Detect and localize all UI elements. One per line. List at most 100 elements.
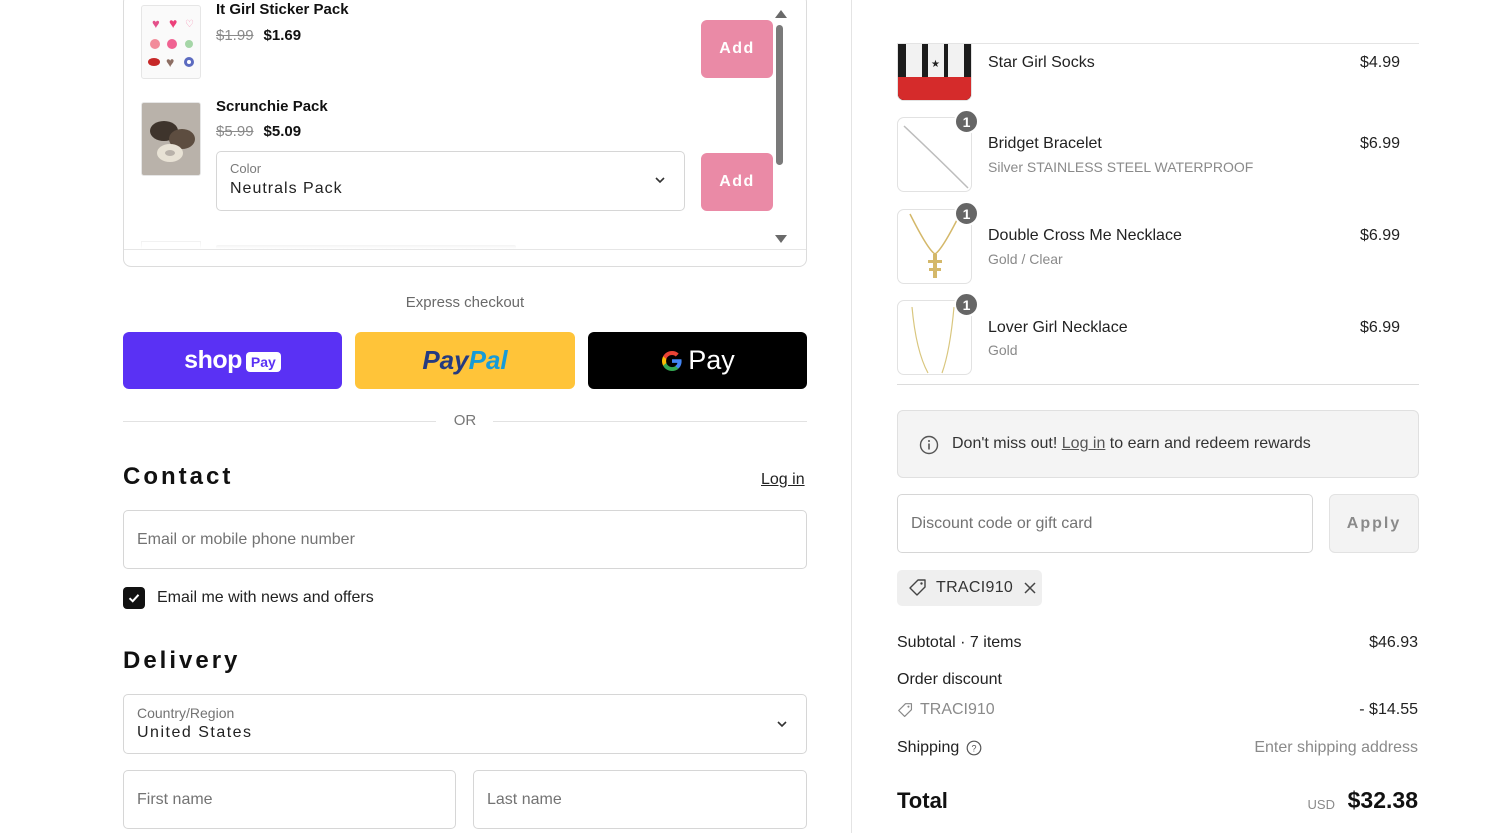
quantity-badge: 1: [954, 109, 979, 134]
google-g-icon: [662, 350, 682, 371]
svg-text:?: ?: [972, 744, 977, 754]
last-name-input[interactable]: [474, 771, 806, 828]
cart-line-item: ★ Star Girl Socks $4.99: [897, 44, 1402, 102]
svg-text:♥: ♥: [152, 16, 160, 31]
order-discount-code: TRACI910: [920, 701, 995, 718]
shop-pay-button[interactable]: shop Pay: [123, 332, 342, 389]
first-name-field[interactable]: [123, 770, 456, 829]
cart-line-item: 1 Lover Girl Necklace Gold $6.99: [897, 292, 1402, 376]
upsell-item-name: Scrunchie Pack: [216, 98, 328, 115]
rewards-login-link[interactable]: Log in: [1062, 435, 1106, 452]
info-icon: [919, 435, 939, 455]
shop-pay-logo: shop: [184, 346, 242, 374]
svg-text:♡: ♡: [185, 19, 194, 30]
list-fade: [124, 235, 774, 249]
quantity-badge: 1: [954, 292, 979, 317]
country-select-value: United States: [137, 724, 253, 741]
applied-discount-chip: TRACI910: [897, 570, 1042, 606]
applied-discount-code: TRACI910: [936, 579, 1014, 596]
socks-thumbnail: ★: [897, 44, 972, 101]
checkout-main: ♥ ♥ ♡ ♥ It Girl Sticker Pack $1.99 $1.69: [0, 0, 852, 833]
upsell-list: ♥ ♥ ♡ ♥ It Girl Sticker Pack $1.99 $1.69: [124, 0, 784, 249]
line-item-price: $4.99: [1359, 54, 1400, 71]
total-label: Total: [897, 788, 948, 813]
upsell-panel: ♥ ♥ ♡ ♥ It Girl Sticker Pack $1.99 $1.69: [123, 0, 807, 267]
upsell-item-price: $5.99 $5.09: [216, 123, 301, 140]
svg-text:♥: ♥: [166, 54, 174, 70]
line-item-variant: Gold: [988, 342, 1018, 358]
paypal-button[interactable]: PayPal: [355, 332, 575, 389]
last-name-field[interactable]: [473, 770, 807, 829]
email-field[interactable]: [123, 510, 807, 569]
shop-pay-badge: Pay: [245, 352, 281, 372]
express-checkout-title: Express checkout: [405, 294, 525, 311]
line-item-variant: Silver STAINLESS STEEL WATERPROOF: [988, 159, 1254, 175]
login-link[interactable]: Log in: [761, 471, 805, 489]
shipping-label: Shipping: [897, 739, 960, 756]
order-discount-label: Order discount: [897, 671, 1002, 688]
newsletter-checkbox[interactable]: [123, 587, 145, 609]
sticker-pack-thumbnail: ♥ ♥ ♡ ♥: [141, 5, 201, 79]
apply-discount-button[interactable]: Apply: [1329, 494, 1419, 553]
newsletter-label: Email me with news and offers: [157, 589, 374, 606]
country-select[interactable]: Country/Region United States: [123, 694, 807, 754]
line-item-name: Bridget Bracelet: [988, 135, 1102, 152]
svg-text:♥: ♥: [169, 15, 177, 31]
delivery-title: Delivery: [123, 647, 241, 674]
upsell-scrollbar-thumb[interactable]: [776, 25, 783, 165]
svg-text:★: ★: [931, 59, 940, 70]
checkmark-icon: [128, 594, 140, 603]
rewards-text: Don't miss out! Log in to earn and redee…: [952, 435, 1311, 452]
help-icon[interactable]: ?: [966, 740, 982, 756]
or-divider: OR: [123, 411, 807, 431]
chevron-down-icon: [655, 177, 665, 184]
contact-title: Contact: [123, 463, 234, 490]
original-price: $5.99: [216, 123, 254, 140]
first-name-input[interactable]: [124, 771, 455, 828]
color-select[interactable]: Color Neutrals Pack: [216, 151, 685, 211]
shipping-row: Shipping ?: [897, 739, 982, 757]
email-input[interactable]: [124, 511, 806, 568]
google-pay-button[interactable]: Pay: [588, 332, 807, 389]
quantity-badge: 1: [954, 201, 979, 226]
close-icon[interactable]: [1023, 581, 1037, 595]
subtotal-value: $46.93: [1369, 634, 1418, 651]
cart-line-item: 1 Double Cross Me Necklace Gold / Clear …: [897, 201, 1402, 285]
color-select-label: Color: [230, 161, 262, 176]
cart-line-items: ★ Star Girl Socks $4.99 1 Bridget Bracel…: [897, 43, 1419, 385]
line-item-variant: Gold / Clear: [988, 251, 1063, 267]
order-discount-value: - $14.55: [1359, 701, 1418, 718]
line-item-price: $6.99: [1359, 319, 1400, 336]
line-item-price: $6.99: [1359, 227, 1400, 244]
line-item-name: Lover Girl Necklace: [988, 319, 1128, 336]
total-value: $32.38: [1347, 787, 1418, 813]
order-summary: ★ Star Girl Socks $4.99 1 Bridget Bracel…: [852, 0, 1500, 833]
upsell-item-name: It Girl Sticker Pack: [216, 1, 349, 18]
rewards-notice: Don't miss out! Log in to earn and redee…: [897, 410, 1419, 478]
discount-field[interactable]: [897, 494, 1313, 553]
scroll-up-arrow-icon[interactable]: [775, 10, 787, 18]
chevron-down-icon: [777, 721, 787, 728]
subtotal-label: Subtotal · 7 items: [897, 634, 1022, 651]
total-currency: USD: [1307, 797, 1335, 812]
order-discount-code-row: TRACI910: [897, 701, 995, 719]
original-price: $1.99: [216, 27, 254, 44]
google-pay-label: Pay: [688, 345, 735, 375]
upsell-item-price: $1.99 $1.69: [216, 27, 301, 44]
tag-icon: [898, 702, 913, 717]
color-select-value: Neutrals Pack: [230, 180, 343, 197]
divider: [124, 249, 806, 250]
tag-icon: [909, 579, 926, 596]
discount-input[interactable]: [898, 495, 1312, 552]
add-scrunchie-pack-button[interactable]: Add: [701, 153, 773, 211]
sale-price: $5.09: [263, 123, 302, 140]
line-item-name: Double Cross Me Necklace: [988, 227, 1182, 244]
shipping-value: Enter shipping address: [1254, 739, 1418, 756]
line-item-name: Star Girl Socks: [988, 54, 1095, 71]
paypal-logo: PayPal: [422, 345, 508, 375]
scroll-down-arrow-icon[interactable]: [775, 235, 787, 243]
add-sticker-pack-button[interactable]: Add: [701, 20, 773, 78]
sale-price: $1.69: [263, 27, 302, 44]
line-item-price: $6.99: [1359, 135, 1400, 152]
country-select-label: Country/Region: [137, 705, 235, 721]
